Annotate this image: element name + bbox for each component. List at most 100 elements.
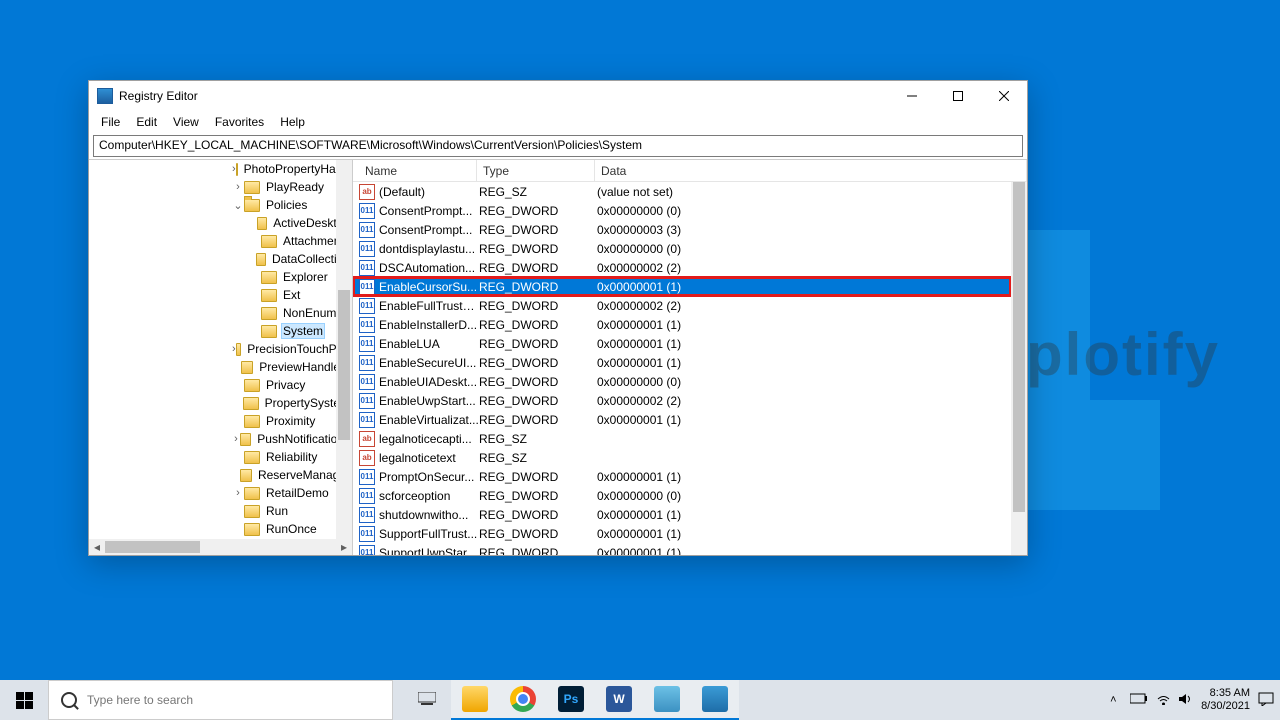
- tree-node[interactable]: ›PrecisionTouchPad: [89, 340, 352, 358]
- tree-node[interactable]: ›PhotoPropertyHandle: [89, 160, 352, 178]
- tree-node[interactable]: ›RetailDemo: [89, 484, 352, 502]
- value-data: 0x00000000 (0): [597, 242, 1011, 256]
- volume-icon[interactable]: [1179, 693, 1193, 708]
- dword-value-icon: 011: [359, 374, 375, 390]
- value-row[interactable]: 011EnableFullTrustS...REG_DWORD0x0000000…: [353, 296, 1011, 315]
- notifications-icon[interactable]: [1258, 692, 1274, 709]
- taskbar-app-explorer[interactable]: [451, 680, 499, 720]
- maximize-button[interactable]: [935, 81, 981, 111]
- taskbar-app-photoshop[interactable]: Ps: [547, 680, 595, 720]
- menu-help[interactable]: Help: [272, 113, 313, 131]
- list-vscrollbar[interactable]: [1011, 182, 1027, 555]
- menu-file[interactable]: File: [93, 113, 128, 131]
- col-type[interactable]: Type: [477, 160, 595, 181]
- expand-icon[interactable]: ›: [232, 487, 244, 499]
- search-box[interactable]: Type here to search: [48, 680, 393, 720]
- expand-icon[interactable]: ›: [232, 181, 244, 193]
- tree-view[interactable]: ›PhotoPropertyHandle›PlayReady⌄PoliciesA…: [89, 160, 353, 555]
- value-row[interactable]: 011shutdownwitho...REG_DWORD0x00000001 (…: [353, 505, 1011, 524]
- titlebar[interactable]: Registry Editor: [89, 81, 1027, 111]
- col-name[interactable]: Name: [359, 160, 477, 181]
- folder-icon: [244, 487, 260, 500]
- tree-node[interactable]: PropertySystem: [89, 394, 352, 412]
- value-row[interactable]: 011EnableLUAREG_DWORD0x00000001 (1): [353, 334, 1011, 353]
- tree-node[interactable]: Attachments: [89, 232, 352, 250]
- tree-node[interactable]: Privacy: [89, 376, 352, 394]
- tree-node[interactable]: ActiveDesktop: [89, 214, 352, 232]
- expand-icon[interactable]: ›: [232, 433, 240, 445]
- clock[interactable]: 8:35 AM 8/30/2021: [1201, 687, 1250, 713]
- taskbar-app-regedit[interactable]: [691, 680, 739, 720]
- taskbar[interactable]: Type here to search Ps W ˄ 8:35 AM 8/30/…: [0, 680, 1280, 720]
- value-row[interactable]: 011EnableUIADeskt...REG_DWORD0x00000000 …: [353, 372, 1011, 391]
- tree-vscrollbar[interactable]: [336, 160, 352, 539]
- tree-hscrollbar[interactable]: ◂▸: [89, 539, 352, 555]
- value-row[interactable]: 011dontdisplaylastu...REG_DWORD0x0000000…: [353, 239, 1011, 258]
- tree-node[interactable]: DataCollection: [89, 250, 352, 268]
- start-button[interactable]: [0, 680, 48, 720]
- close-button[interactable]: [981, 81, 1027, 111]
- value-row[interactable]: 011PromptOnSecur...REG_DWORD0x00000001 (…: [353, 467, 1011, 486]
- dword-value-icon: 011: [359, 545, 375, 556]
- tree-node[interactable]: System: [89, 322, 352, 340]
- tray-overflow-icon[interactable]: ˄: [1110, 694, 1122, 706]
- value-row[interactable]: 011ConsentPrompt...REG_DWORD0x00000003 (…: [353, 220, 1011, 239]
- folder-icon: [244, 379, 260, 392]
- tree-node[interactable]: Ext: [89, 286, 352, 304]
- tree-node[interactable]: ›PushNotifications: [89, 430, 352, 448]
- value-type: REG_DWORD: [479, 508, 597, 522]
- value-row[interactable]: 011EnableUwpStart...REG_DWORD0x00000002 …: [353, 391, 1011, 410]
- value-name: EnableLUA: [379, 337, 479, 351]
- tree-node[interactable]: ReserveManager: [89, 466, 352, 484]
- value-type: REG_DWORD: [479, 337, 597, 351]
- value-row[interactable]: 011ConsentPrompt...REG_DWORD0x00000000 (…: [353, 201, 1011, 220]
- value-row[interactable]: 011SupportUwpStar...REG_DWORD0x00000001 …: [353, 543, 1011, 555]
- value-name: ConsentPrompt...: [379, 204, 479, 218]
- tree-node[interactable]: ⌄Policies: [89, 196, 352, 214]
- value-name: SupportUwpStar...: [379, 546, 479, 556]
- value-data: 0x00000000 (0): [597, 375, 1011, 389]
- value-name: EnableUIADeskt...: [379, 375, 479, 389]
- value-row[interactable]: ablegalnoticetextREG_SZ: [353, 448, 1011, 467]
- value-name: ConsentPrompt...: [379, 223, 479, 237]
- value-list[interactable]: Name Type Data ab(Default)REG_SZ(value n…: [353, 160, 1027, 555]
- tree-node[interactable]: ›PlayReady: [89, 178, 352, 196]
- folder-icon: [244, 415, 260, 428]
- tree-node[interactable]: Run: [89, 502, 352, 520]
- expand-icon[interactable]: ⌄: [232, 199, 244, 212]
- value-row[interactable]: 011DSCAutomation...REG_DWORD0x00000002 (…: [353, 258, 1011, 277]
- value-row[interactable]: ablegalnoticecapti...REG_SZ: [353, 429, 1011, 448]
- menu-edit[interactable]: Edit: [128, 113, 165, 131]
- tree-node[interactable]: Proximity: [89, 412, 352, 430]
- value-row[interactable]: 011EnableCursorSu...REG_DWORD0x00000001 …: [353, 277, 1011, 296]
- tree-node[interactable]: PreviewHandlers: [89, 358, 352, 376]
- battery-icon[interactable]: [1130, 693, 1148, 707]
- address-bar[interactable]: Computer\HKEY_LOCAL_MACHINE\SOFTWARE\Mic…: [93, 135, 1023, 157]
- task-view-button[interactable]: [403, 680, 451, 720]
- menu-view[interactable]: View: [165, 113, 207, 131]
- value-row[interactable]: 011SupportFullTrust...REG_DWORD0x0000000…: [353, 524, 1011, 543]
- tree-node[interactable]: Reliability: [89, 448, 352, 466]
- value-row[interactable]: 011EnableSecureUI...REG_DWORD0x00000001 …: [353, 353, 1011, 372]
- system-tray[interactable]: ˄ 8:35 AM 8/30/2021: [1110, 680, 1274, 720]
- value-row[interactable]: 011EnableInstallerD...REG_DWORD0x0000000…: [353, 315, 1011, 334]
- minimize-button[interactable]: [889, 81, 935, 111]
- value-row[interactable]: 011scforceoptionREG_DWORD0x00000000 (0): [353, 486, 1011, 505]
- folder-icon: [240, 433, 251, 446]
- menu-favorites[interactable]: Favorites: [207, 113, 272, 131]
- value-row[interactable]: ab(Default)REG_SZ(value not set): [353, 182, 1011, 201]
- value-type: REG_DWORD: [479, 356, 597, 370]
- taskbar-app-word[interactable]: W: [595, 680, 643, 720]
- value-data: 0x00000001 (1): [597, 508, 1011, 522]
- list-header[interactable]: Name Type Data: [353, 160, 1027, 182]
- taskbar-app-photos[interactable]: [643, 680, 691, 720]
- wifi-icon[interactable]: [1156, 693, 1171, 708]
- value-row[interactable]: 011EnableVirtualizat...REG_DWORD0x000000…: [353, 410, 1011, 429]
- taskbar-app-chrome[interactable]: [499, 680, 547, 720]
- tree-node[interactable]: NonEnum: [89, 304, 352, 322]
- folder-icon: [261, 307, 277, 320]
- tree-node[interactable]: RunOnce: [89, 520, 352, 538]
- value-type: REG_DWORD: [479, 394, 597, 408]
- col-data[interactable]: Data: [595, 160, 1027, 181]
- tree-node[interactable]: Explorer: [89, 268, 352, 286]
